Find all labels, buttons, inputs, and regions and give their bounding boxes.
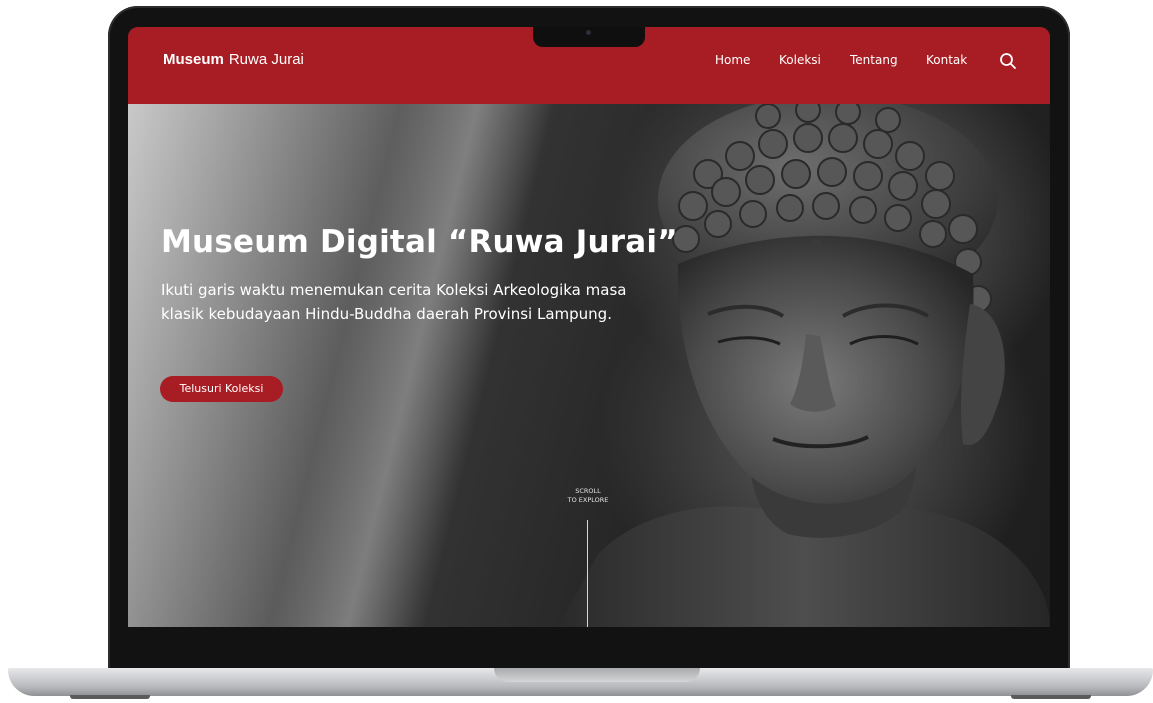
hero-light-beam — [267, 54, 559, 627]
laptop-opening-notch — [494, 668, 700, 682]
laptop-foot-right — [1011, 695, 1091, 699]
hero-section: Museum Digital “Ruwa Jurai” Ikuti garis … — [128, 54, 1050, 627]
laptop-foot-left — [70, 695, 150, 699]
nav-tentang[interactable]: Tentang — [850, 53, 898, 67]
site-logo-secondary: Ruwa Jurai — [228, 51, 304, 68]
camera-lens — [586, 30, 591, 35]
nav-home[interactable]: Home — [715, 53, 750, 67]
laptop-base — [8, 668, 1153, 699]
search-button[interactable] — [998, 51, 1018, 71]
scroll-label-line1: SCROLL — [575, 487, 601, 495]
site-logo-primary: Museum — [163, 51, 224, 68]
search-icon — [1000, 53, 1016, 69]
scroll-label-line2: TO EXPLORE — [567, 496, 609, 504]
nav-kontak[interactable]: Kontak — [926, 53, 967, 67]
scroll-to-explore-indicator[interactable]: SCROLL TO EXPLORE — [548, 487, 628, 505]
hero-title: Museum Digital “Ruwa Jurai” — [161, 224, 678, 260]
nav-koleksi[interactable]: Koleksi — [779, 53, 821, 67]
scroll-indicator-line — [587, 520, 588, 627]
buddha-statue-image — [558, 104, 1050, 627]
site-logo[interactable]: Museum Ruwa Jurai — [163, 51, 304, 68]
website-screen: Museum Ruwa Jurai Home Koleksi Tentang Ko… — [128, 27, 1050, 627]
hero-subtitle: Ikuti garis waktu menemukan cerita Kolek… — [161, 281, 627, 323]
camera-notch — [533, 27, 645, 47]
explore-collection-button[interactable]: Telusuri Koleksi — [160, 376, 283, 402]
